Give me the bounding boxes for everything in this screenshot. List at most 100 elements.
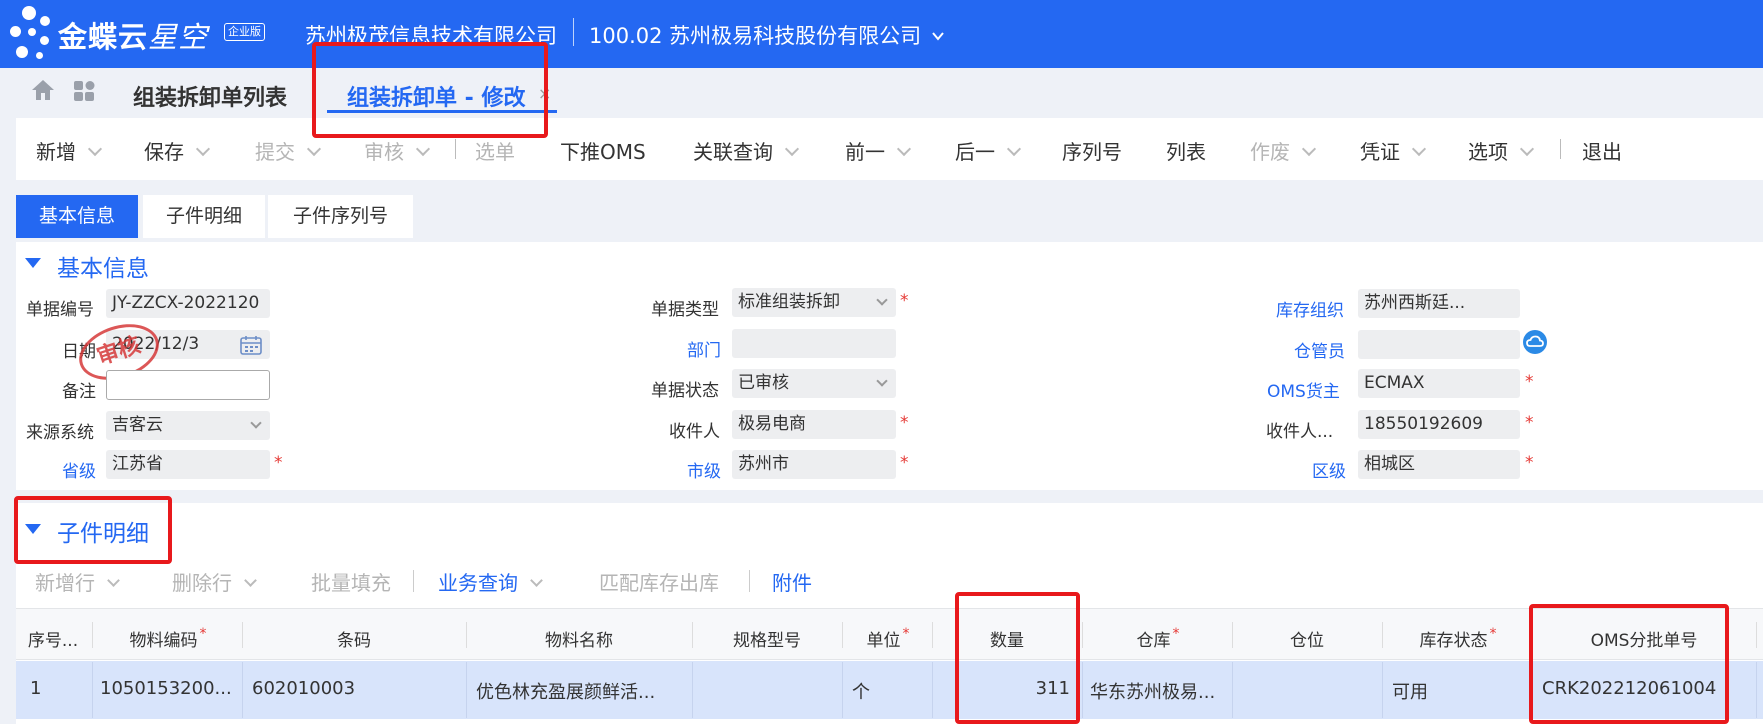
column-divider[interactable] xyxy=(1756,622,1757,648)
previous-button[interactable]: 前一 xyxy=(845,136,912,165)
source-system-select[interactable]: 吉客云 xyxy=(106,411,270,440)
chevron-down-icon[interactable] xyxy=(244,574,257,587)
col-material-code[interactable]: 物料编码 * xyxy=(92,626,242,651)
required-mark: * xyxy=(900,453,909,473)
add-row-button[interactable]: 新增行 xyxy=(35,567,120,596)
department-label[interactable]: 部门 xyxy=(687,336,721,361)
bill-type-label: 单据类型 xyxy=(651,300,719,320)
submit-button[interactable]: 提交 xyxy=(255,136,322,165)
serial-number-button[interactable]: 序列号 xyxy=(1062,136,1122,165)
options-button[interactable]: 选项 xyxy=(1468,136,1535,165)
oms-owner-label[interactable]: OMS货主 xyxy=(1267,377,1340,402)
receiver-field[interactable]: 极易电商 xyxy=(732,410,896,439)
col-spec[interactable]: 规格型号 xyxy=(692,626,842,651)
basic-info-title[interactable]: 基本信息 xyxy=(57,249,149,283)
chevron-down-icon[interactable] xyxy=(415,141,431,157)
calendar-icon[interactable] xyxy=(240,335,262,355)
annotation-box-child-detail xyxy=(14,496,172,564)
col-warehouse[interactable]: 仓库 * xyxy=(1082,626,1232,651)
col-stock-status[interactable]: 库存状态 * xyxy=(1382,626,1532,651)
cell-stock-status[interactable]: 可用 xyxy=(1392,678,1528,704)
stock-org-label[interactable]: 库存组织 xyxy=(1276,296,1344,321)
city-label[interactable]: 市级 xyxy=(687,457,721,482)
district-field[interactable]: 相城区 xyxy=(1358,450,1520,479)
toolbar-divider xyxy=(749,570,750,592)
bill-no-field[interactable]: JY-ZZCX-2022120 xyxy=(106,289,270,318)
save-button[interactable]: 保存 xyxy=(144,136,211,165)
chevron-down-icon[interactable] xyxy=(306,141,322,157)
bill-type-select[interactable]: 标准组装拆卸 xyxy=(732,288,896,317)
keeper-label[interactable]: 仓管员 xyxy=(1294,337,1345,362)
attachment-button[interactable]: 附件 xyxy=(772,567,812,596)
remark-label: 备注 xyxy=(62,382,96,402)
push-oms-button[interactable]: 下推OMS xyxy=(560,136,646,165)
col-seq[interactable]: 序号... xyxy=(16,626,90,651)
batch-fill-button[interactable]: 批量填充 xyxy=(311,567,391,596)
col-location[interactable]: 仓位 xyxy=(1232,626,1382,651)
business-query-button[interactable]: 业务查询 xyxy=(438,567,543,596)
chevron-down-icon[interactable] xyxy=(107,574,120,587)
list-button[interactable]: 列表 xyxy=(1166,136,1206,165)
chevron-down-icon[interactable] xyxy=(250,417,262,429)
delete-row-button[interactable]: 删除行 xyxy=(172,567,257,596)
home-icon[interactable] xyxy=(30,78,56,102)
col-unit[interactable]: 单位 * xyxy=(842,626,932,651)
cell-seq[interactable]: 1 xyxy=(30,678,88,699)
cloud-sync-icon[interactable] xyxy=(1523,330,1547,354)
tab-child-detail[interactable]: 子件明细 xyxy=(143,195,265,238)
chevron-down-icon[interactable] xyxy=(1411,141,1427,157)
city-field[interactable]: 苏州市 xyxy=(732,450,896,479)
audit-button[interactable]: 审核 xyxy=(364,136,431,165)
receiver-phone-field[interactable]: 18550192609 xyxy=(1358,410,1520,439)
source-system-label: 来源系统 xyxy=(26,423,94,443)
select-bill-button[interactable]: 选单 xyxy=(475,136,515,165)
tab-assembly-list[interactable]: 组装拆卸单列表 xyxy=(133,80,287,112)
exit-button[interactable]: 退出 xyxy=(1582,136,1622,165)
required-mark: * xyxy=(900,291,909,311)
chevron-down-icon[interactable] xyxy=(1519,141,1535,157)
chevron-down-icon[interactable] xyxy=(87,141,103,157)
brand-name: 金蝶云星空 xyxy=(58,20,209,54)
tab-child-serial[interactable]: 子件序列号 xyxy=(268,195,413,238)
cell-material-code[interactable]: 1050153200... xyxy=(100,678,238,699)
column-divider xyxy=(842,662,843,718)
next-button[interactable]: 后一 xyxy=(955,136,1022,165)
cell-barcode[interactable]: 602010003 xyxy=(252,678,462,699)
match-stock-out-button[interactable]: 匹配库存出库 xyxy=(599,567,719,596)
province-label[interactable]: 省级 xyxy=(62,457,96,482)
chevron-down-icon[interactable] xyxy=(876,375,888,387)
cell-unit[interactable]: 个 xyxy=(852,678,928,704)
cell-warehouse[interactable]: 华东苏州极易... xyxy=(1090,678,1228,704)
collapse-caret-icon[interactable] xyxy=(25,258,41,268)
void-button[interactable]: 作废 xyxy=(1250,136,1317,165)
app-grid-icon[interactable] xyxy=(72,79,96,103)
bill-status-select[interactable]: 已审核 xyxy=(732,369,896,398)
district-label[interactable]: 区级 xyxy=(1312,457,1346,482)
top-header: 金蝶云星空 企业版 苏州极茂信息技术有限公司 100.02 苏州极易科技股份有限… xyxy=(0,0,1763,68)
chevron-down-icon[interactable] xyxy=(932,30,944,42)
cell-material-name[interactable]: 优色林充盈展颜鲜活... xyxy=(476,678,688,704)
chevron-down-icon[interactable] xyxy=(1006,141,1022,157)
chevron-down-icon[interactable] xyxy=(1301,141,1317,157)
company-account-selector[interactable]: 100.02 苏州极易科技股份有限公司 xyxy=(589,20,921,50)
province-field[interactable]: 江苏省 xyxy=(106,450,270,479)
bill-no-label: 单据编号 xyxy=(26,300,94,320)
chevron-down-icon[interactable] xyxy=(876,294,888,306)
oms-owner-field[interactable]: ECMAX xyxy=(1358,369,1520,398)
chevron-down-icon[interactable] xyxy=(896,141,912,157)
keeper-field[interactable] xyxy=(1358,330,1520,359)
related-query-button[interactable]: 关联查询 xyxy=(693,136,800,165)
column-divider xyxy=(242,662,243,718)
tab-basic-info[interactable]: 基本信息 xyxy=(16,195,138,238)
receiver-label: 收件人 xyxy=(669,422,720,442)
voucher-button[interactable]: 凭证 xyxy=(1360,136,1427,165)
add-button[interactable]: 新增 xyxy=(36,136,103,165)
chevron-down-icon[interactable] xyxy=(195,141,211,157)
department-field[interactable] xyxy=(732,329,896,358)
col-barcode[interactable]: 条码 xyxy=(242,626,466,651)
chevron-down-icon[interactable] xyxy=(530,574,543,587)
chevron-down-icon[interactable] xyxy=(784,141,800,157)
stock-org-field[interactable]: 苏州西斯廷... xyxy=(1358,289,1520,318)
col-material-name[interactable]: 物料名称 xyxy=(466,626,692,651)
remark-input[interactable] xyxy=(106,370,270,400)
